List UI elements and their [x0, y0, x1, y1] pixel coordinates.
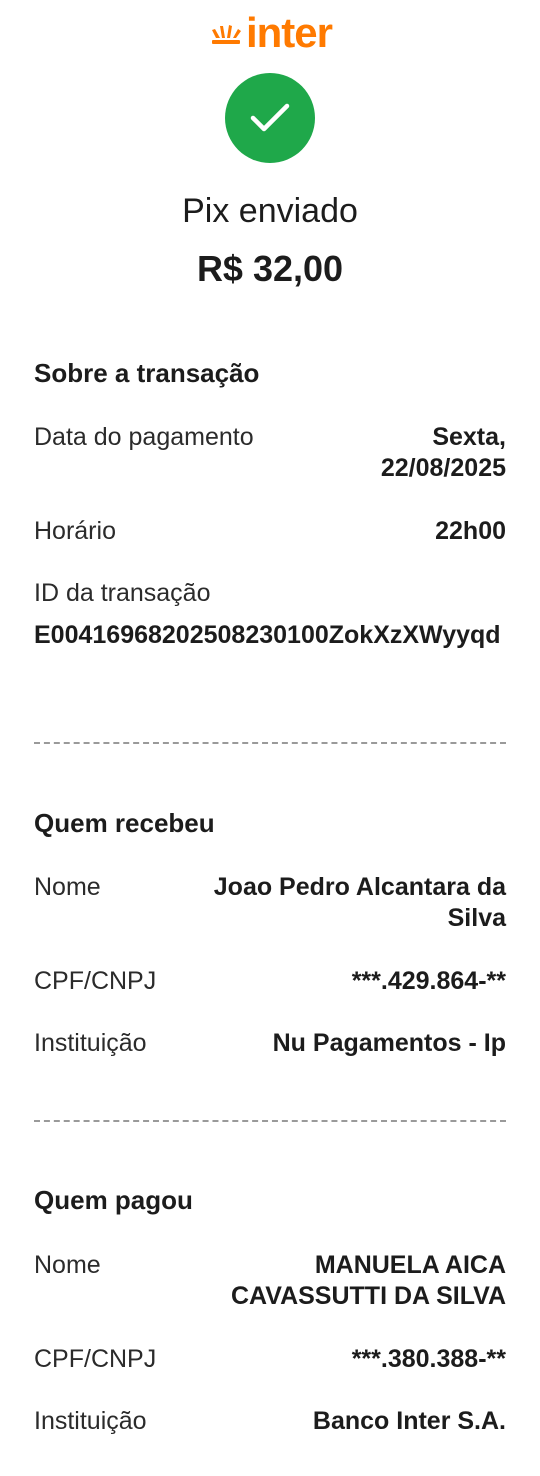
amount: R$ 32,00 [196, 248, 344, 289]
receiver-institution-value: Nu Pagamentos - Ip [272, 1029, 506, 1057]
row-payer-doc: CPF/CNPJ ***.380.388-** [34, 1344, 506, 1375]
brand-name: inter [245, 9, 333, 56]
receiver-institution-label: Instituição [34, 1029, 147, 1057]
section-title-transaction: Sobre a transação [34, 358, 260, 388]
payer-doc-label: CPF/CNPJ [34, 1345, 157, 1373]
payment-date-label: Data do pagamento [34, 423, 254, 451]
transaction-id-value: E00416968202508230100ZokXzXWyyqd [34, 621, 501, 649]
payer-institution-label: Instituição [34, 1407, 147, 1435]
row-receiver-doc: CPF/CNPJ ***.429.864-** [34, 966, 506, 997]
payer-name-value: MANUELA AICA CAVASSUTTI DA SILVA [231, 1251, 506, 1310]
divider [34, 742, 506, 744]
row-receiver-institution: Instituição Nu Pagamentos - Ip [34, 1028, 506, 1059]
check-icon [250, 103, 290, 132]
section-title-payer: Quem pagou [34, 1185, 193, 1215]
receiver-doc-label: CPF/CNPJ [34, 967, 157, 995]
payment-date-value: Sexta, 22/08/2025 [380, 423, 506, 482]
payer-doc-value: ***.380.388-** [351, 1345, 506, 1373]
success-badge [225, 73, 315, 163]
payer-name-label: Nome [34, 1251, 101, 1279]
transaction-id-label: ID da transação [34, 579, 211, 607]
time-value: 22h00 [435, 517, 506, 545]
row-payer-name: Nome MANUELA AICA CAVASSUTTI DA SILVA [34, 1250, 506, 1312]
row-time: Horário 22h00 [34, 516, 506, 547]
divider [34, 1120, 506, 1122]
section-title-receiver: Quem recebeu [34, 808, 215, 838]
time-label: Horário [34, 517, 116, 545]
receiver-name-label: Nome [34, 873, 101, 901]
status-title: Pix enviado [182, 192, 358, 230]
row-payer-institution: Instituição Banco Inter S.A. [34, 1406, 506, 1437]
receiver-doc-value: ***.429.864-** [351, 967, 506, 995]
receiver-name-value: Joao Pedro Alcantara da Silva [213, 873, 506, 932]
payer-institution-value: Banco Inter S.A. [312, 1407, 506, 1435]
row-receiver-name: Nome Joao Pedro Alcantara da Silva [34, 872, 506, 934]
inter-logo: inter [0, 12, 540, 54]
sun-rays-icon [211, 25, 241, 44]
row-payment-date: Data do pagamento Sexta, 22/08/2025 [34, 422, 506, 484]
